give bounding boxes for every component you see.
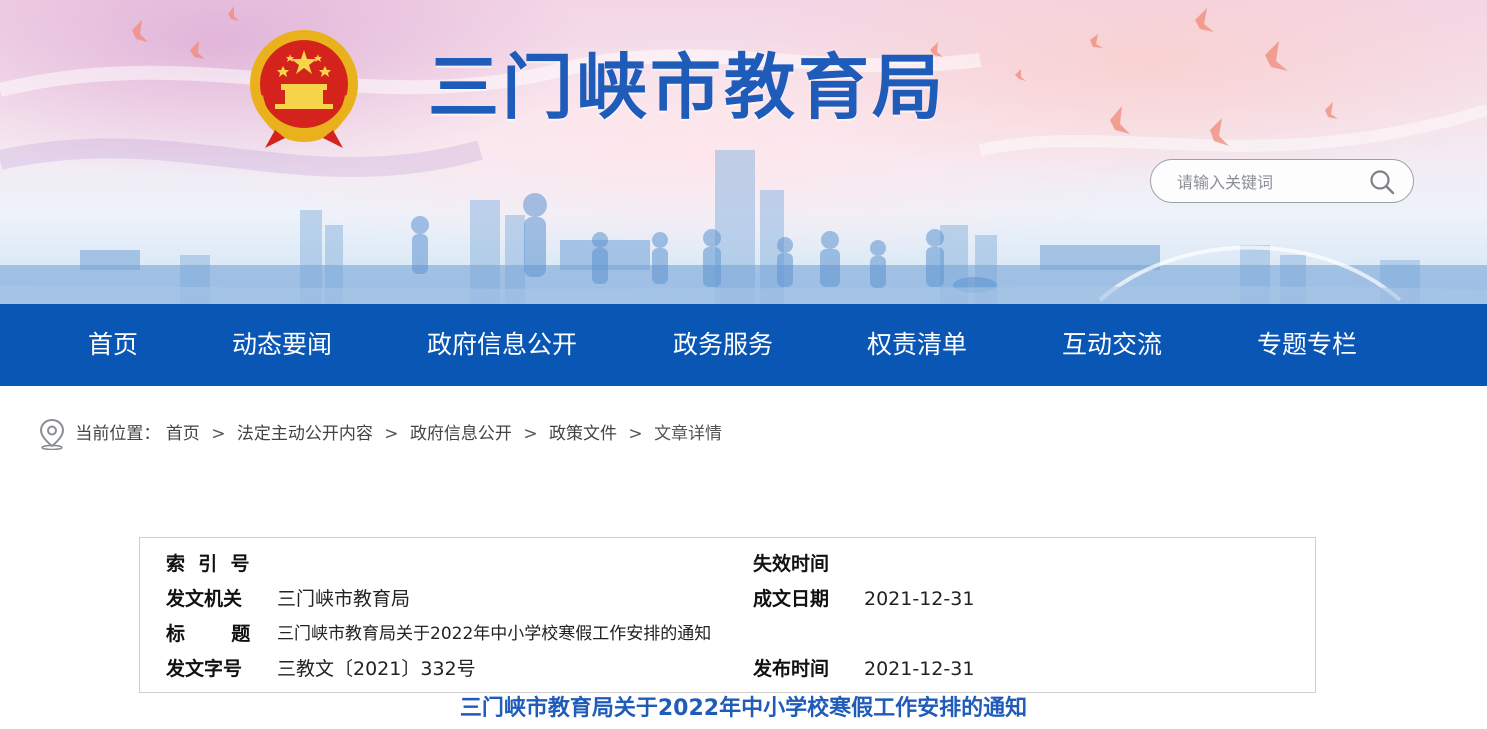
nav-item-services[interactable]: 政务服务 (673, 304, 773, 386)
index-number-label: 索 引 号 (166, 553, 250, 575)
breadcrumb-current: 文章详情 (654, 424, 723, 444)
breadcrumb-gov-info[interactable]: 政府信息公开 (410, 424, 512, 444)
breadcrumb-public-content[interactable]: 法定主动公开内容 (237, 424, 373, 444)
nav-item-gov-info[interactable]: 政府信息公开 (427, 304, 577, 386)
breadcrumb-prefix: 当前位置： (75, 424, 161, 444)
title-value: 三门峡市教育局关于2022年中小学校寒假工作安排的通知 (277, 624, 712, 644)
search-input[interactable] (1175, 170, 1359, 194)
written-date-label: 成文日期 (753, 588, 830, 610)
nav-item-topics[interactable]: 专题专栏 (1257, 304, 1357, 386)
publish-time-value: 2021-12-31 (864, 658, 975, 680)
written-date-value: 2021-12-31 (864, 588, 975, 610)
breadcrumb: 当前位置： 首页 > 法定主动公开内容 > 政府信息公开 > 政策文件 > 文章… (38, 418, 722, 452)
article-title: 三门峡市教育局关于2022年中小学校寒假工作安排的通知 (459, 696, 1028, 721)
search-icon[interactable] (1369, 169, 1395, 195)
nav-item-news[interactable]: 动态要闻 (232, 304, 332, 386)
breadcrumb-separator: > (628, 424, 643, 444)
header-banner: 三门峡市教育局 (0, 0, 1487, 304)
search-box (1150, 159, 1414, 203)
nav-item-home[interactable]: 首页 (88, 304, 138, 386)
national-emblem-icon (250, 30, 358, 148)
breadcrumb-policy-docs[interactable]: 政策文件 (549, 424, 617, 444)
expire-time-label: 失效时间 (753, 553, 830, 575)
issuer-value: 三门峡市教育局 (277, 588, 411, 610)
nav-item-interaction[interactable]: 互动交流 (1062, 304, 1162, 386)
publish-time-label: 发布时间 (753, 658, 830, 680)
breadcrumb-separator: > (523, 424, 538, 444)
location-pin-icon (39, 418, 65, 450)
issuer-label: 发文机关 (166, 588, 243, 610)
breadcrumb-separator: > (384, 424, 399, 444)
nav-item-power-list[interactable]: 权责清单 (867, 304, 967, 386)
title-label: 标 题 (166, 623, 251, 645)
document-info-table: 索 引 号 失效时间 发文机关 三门峡市教育局 成文日期 2021-12-31 … (139, 537, 1316, 693)
doc-number-value: 三教文〔2021〕332号 (277, 658, 476, 680)
breadcrumb-separator: > (211, 424, 226, 444)
breadcrumb-home[interactable]: 首页 (166, 424, 200, 444)
main-nav: 首页 动态要闻 政府信息公开 政务服务 权责清单 互动交流 专题专栏 (0, 304, 1487, 386)
doc-number-label: 发文字号 (166, 658, 243, 680)
site-title: 三门峡市教育局 (428, 46, 947, 129)
